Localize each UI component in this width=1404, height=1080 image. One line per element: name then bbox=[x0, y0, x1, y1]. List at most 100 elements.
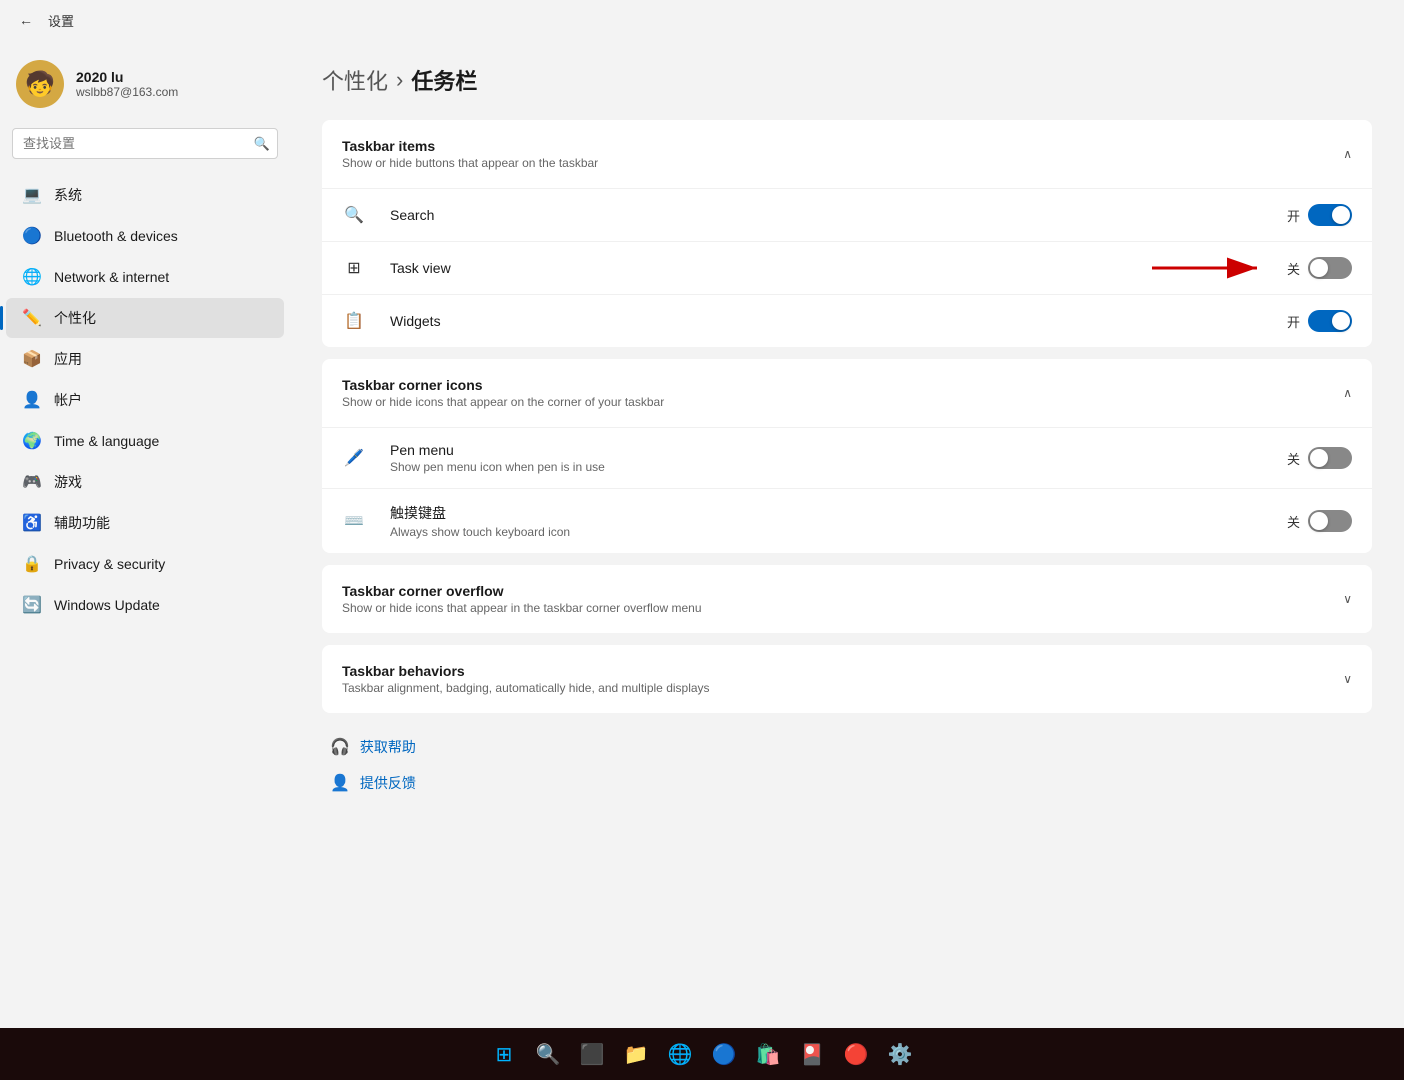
toggle-label-pen-menu: 关 bbox=[1287, 449, 1300, 468]
toggle-thumb-pen-menu bbox=[1310, 449, 1328, 467]
taskbar-icon-search[interactable]: 🔍 bbox=[528, 1034, 568, 1074]
search-input[interactable] bbox=[12, 128, 278, 159]
footer-icon-feedback: 👤 bbox=[330, 773, 350, 793]
nav-icon-bluetooth: 🔵 bbox=[22, 226, 42, 246]
toggle-widgets[interactable] bbox=[1308, 310, 1352, 332]
toggle-touch-keyboard[interactable] bbox=[1308, 510, 1352, 532]
sidebar-item-network[interactable]: 🌐 Network & internet bbox=[6, 257, 284, 297]
toggle-thumb-taskview bbox=[1310, 259, 1328, 277]
chevron-taskbar-corner-icons: ∧ bbox=[1343, 386, 1352, 400]
toggle-label-taskview: 关 bbox=[1287, 259, 1300, 278]
toggle-thumb-widgets bbox=[1332, 312, 1350, 330]
toggle-label-search: 开 bbox=[1287, 206, 1300, 225]
toggle-taskview[interactable] bbox=[1308, 257, 1352, 279]
sidebar-item-apps[interactable]: 📦 应用 bbox=[6, 339, 284, 379]
setting-row-touch-keyboard: ⌨️ 触摸键盘 Always show touch keyboard icon … bbox=[322, 488, 1372, 553]
nav-icon-privacy: 🔒 bbox=[22, 554, 42, 574]
setting-row-widgets: 📋 Widgets 开 bbox=[322, 294, 1372, 347]
section-header-taskbar-behaviors[interactable]: Taskbar behaviors Taskbar alignment, bad… bbox=[322, 645, 1372, 713]
sidebar-item-bluetooth[interactable]: 🔵 Bluetooth & devices bbox=[6, 216, 284, 256]
taskbar-icon-browser2[interactable]: 🔵 bbox=[704, 1034, 744, 1074]
setting-icon-widgets: 📋 bbox=[342, 309, 366, 333]
sidebar-item-personalization[interactable]: ✏️ 个性化 bbox=[6, 298, 284, 338]
nav-label-gaming: 游戏 bbox=[54, 472, 82, 492]
nav-icon-time: 🌍 bbox=[22, 431, 42, 451]
nav-label-accounts: 帐户 bbox=[54, 390, 82, 410]
section-subtitle-taskbar-items: Show or hide buttons that appear on the … bbox=[342, 156, 598, 170]
sidebar-item-gaming[interactable]: 🎮 游戏 bbox=[6, 462, 284, 502]
sections-container: Taskbar items Show or hide buttons that … bbox=[322, 120, 1372, 713]
section-title-taskbar-behaviors: Taskbar behaviors bbox=[342, 663, 710, 679]
setting-sub-touch-keyboard: Always show touch keyboard icon bbox=[390, 525, 1275, 539]
section-body-taskbar-items: 🔍 Search 开 bbox=[322, 188, 1372, 347]
toggle-pen-menu[interactable] bbox=[1308, 447, 1352, 469]
section-header-taskbar-items[interactable]: Taskbar items Show or hide buttons that … bbox=[322, 120, 1372, 188]
sidebar-item-windowsupdate[interactable]: 🔄 Windows Update bbox=[6, 585, 284, 625]
search-icon: 🔍 bbox=[254, 136, 270, 152]
setting-sub-pen-menu: Show pen menu icon when pen is in use bbox=[390, 460, 1275, 474]
nav-label-accessibility: 辅助功能 bbox=[54, 513, 110, 533]
toggle-track-widgets bbox=[1308, 310, 1352, 332]
taskbar-icon-start[interactable]: ⊞ bbox=[484, 1034, 524, 1074]
nav-icon-gaming: 🎮 bbox=[22, 472, 42, 492]
sidebar-item-system[interactable]: 💻 系统 bbox=[6, 175, 284, 215]
section-subtitle-taskbar-behaviors: Taskbar alignment, badging, automaticall… bbox=[342, 681, 710, 695]
avatar: 🧒 bbox=[16, 60, 64, 108]
section-taskbar-behaviors: Taskbar behaviors Taskbar alignment, bad… bbox=[322, 645, 1372, 713]
breadcrumb: 个性化 › 任务栏 bbox=[322, 64, 1372, 96]
nav-label-network: Network & internet bbox=[54, 269, 169, 285]
taskbar-icon-store[interactable]: 🛍️ bbox=[748, 1034, 788, 1074]
setting-label-search: Search bbox=[390, 207, 1275, 223]
nav-icon-network: 🌐 bbox=[22, 267, 42, 287]
setting-row-pen-menu: 🖊️ Pen menu Show pen menu icon when pen … bbox=[322, 427, 1372, 488]
back-button[interactable]: ← bbox=[12, 6, 40, 34]
toggle-label-widgets: 开 bbox=[1287, 312, 1300, 331]
sidebar-item-time[interactable]: 🌍 Time & language bbox=[6, 421, 284, 461]
section-title-taskbar-corner-overflow: Taskbar corner overflow bbox=[342, 583, 702, 599]
nav-icon-windowsupdate: 🔄 bbox=[22, 595, 42, 615]
user-email: wslbb87@163.com bbox=[76, 85, 178, 99]
section-header-taskbar-corner-overflow[interactable]: Taskbar corner overflow Show or hide ico… bbox=[322, 565, 1372, 633]
sidebar: 🧒 2020 lu wslbb87@163.com 🔍 💻 系统 🔵 Bluet… bbox=[0, 40, 290, 1028]
section-body-taskbar-corner-icons: 🖊️ Pen menu Show pen menu icon when pen … bbox=[322, 427, 1372, 553]
footer-link-feedback[interactable]: 👤 提供反馈 bbox=[326, 765, 1368, 801]
arrow-annotation bbox=[1152, 253, 1272, 283]
section-subtitle-taskbar-corner-icons: Show or hide icons that appear on the co… bbox=[342, 395, 664, 409]
section-taskbar-corner-overflow: Taskbar corner overflow Show or hide ico… bbox=[322, 565, 1372, 633]
nav-icon-personalization: ✏️ bbox=[22, 308, 42, 328]
user-profile[interactable]: 🧒 2020 lu wslbb87@163.com bbox=[0, 50, 290, 128]
sidebar-item-accounts[interactable]: 👤 帐户 bbox=[6, 380, 284, 420]
toggle-search[interactable] bbox=[1308, 204, 1352, 226]
setting-label-pen-menu: Pen menu bbox=[390, 442, 1275, 458]
setting-icon-touch-keyboard: ⌨️ bbox=[342, 509, 366, 533]
nav-icon-system: 💻 bbox=[22, 185, 42, 205]
chevron-taskbar-corner-overflow: ∨ bbox=[1343, 592, 1352, 606]
breadcrumb-parent: 个性化 bbox=[322, 64, 388, 96]
taskbar-icon-files[interactable]: 📁 bbox=[616, 1034, 656, 1074]
sidebar-item-accessibility[interactable]: ♿ 辅助功能 bbox=[6, 503, 284, 543]
section-title-taskbar-corner-icons: Taskbar corner icons bbox=[342, 377, 664, 393]
taskbar-icon-settings[interactable]: ⚙️ bbox=[880, 1034, 920, 1074]
nav-label-bluetooth: Bluetooth & devices bbox=[54, 228, 178, 244]
window-title: 设置 bbox=[48, 11, 74, 30]
breadcrumb-current: 任务栏 bbox=[411, 64, 477, 96]
taskbar-icon-app2[interactable]: 🔴 bbox=[836, 1034, 876, 1074]
section-title-taskbar-items: Taskbar items bbox=[342, 138, 598, 154]
taskbar-icon-taskview[interactable]: ⬛ bbox=[572, 1034, 612, 1074]
footer-links: 🎧 获取帮助 👤 提供反馈 bbox=[322, 729, 1372, 801]
taskbar: ⊞🔍⬛📁🌐🔵🛍️🎴🔴⚙️ bbox=[0, 1028, 1404, 1080]
taskbar-icon-browser1[interactable]: 🌐 bbox=[660, 1034, 700, 1074]
taskbar-icon-app1[interactable]: 🎴 bbox=[792, 1034, 832, 1074]
toggle-track-search bbox=[1308, 204, 1352, 226]
footer-link-help[interactable]: 🎧 获取帮助 bbox=[326, 729, 1368, 765]
chevron-taskbar-behaviors: ∨ bbox=[1343, 672, 1352, 686]
nav-items: 💻 系统 🔵 Bluetooth & devices 🌐 Network & i… bbox=[0, 175, 290, 625]
nav-label-privacy: Privacy & security bbox=[54, 556, 165, 572]
search-box: 🔍 bbox=[12, 128, 278, 159]
nav-label-time: Time & language bbox=[54, 433, 159, 449]
nav-label-apps: 应用 bbox=[54, 349, 82, 369]
section-header-taskbar-corner-icons[interactable]: Taskbar corner icons Show or hide icons … bbox=[322, 359, 1372, 427]
footer-icon-help: 🎧 bbox=[330, 737, 350, 757]
nav-icon-accounts: 👤 bbox=[22, 390, 42, 410]
sidebar-item-privacy[interactable]: 🔒 Privacy & security bbox=[6, 544, 284, 584]
